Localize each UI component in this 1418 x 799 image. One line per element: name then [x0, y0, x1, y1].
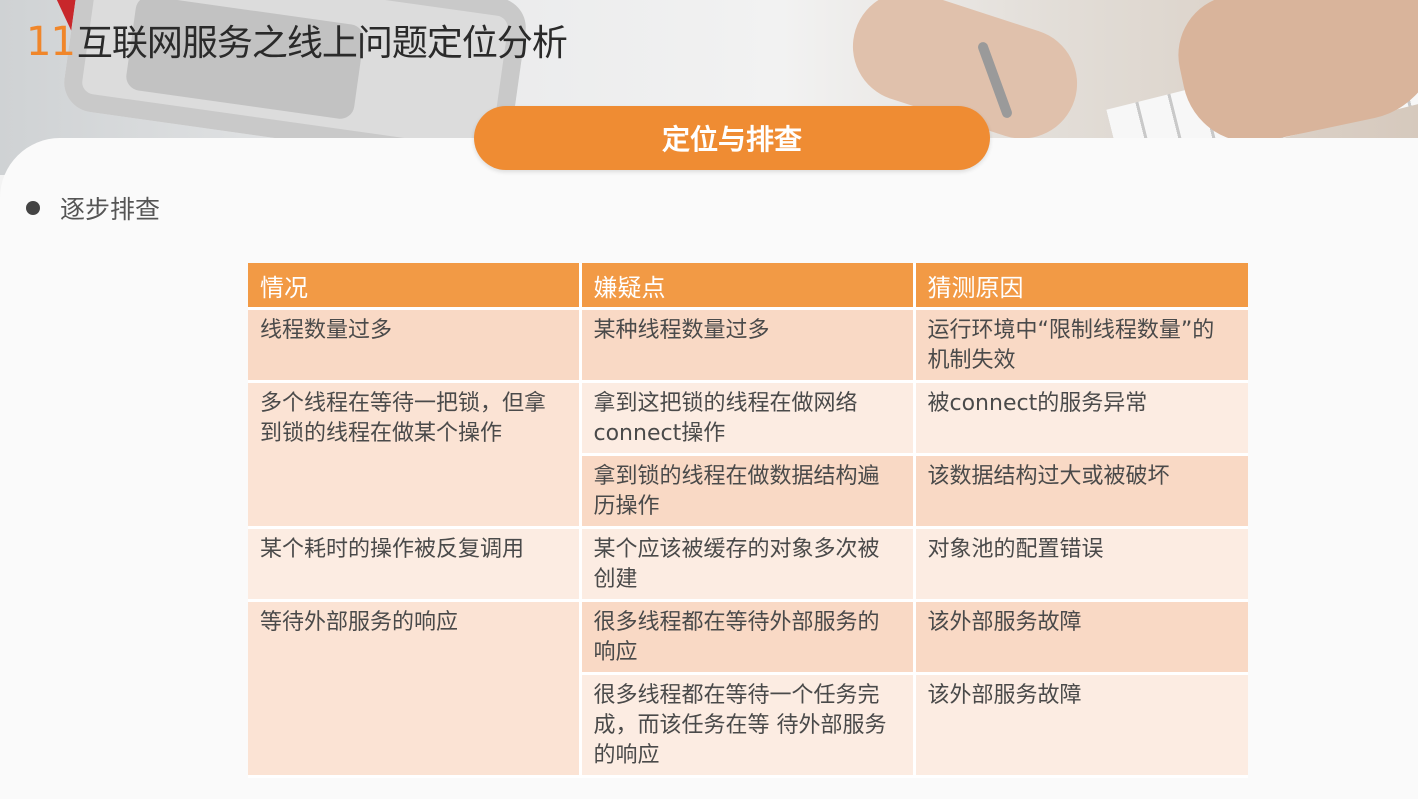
suspect-cell: 某个应该被缓存的对象多次被创建	[580, 527, 916, 602]
table-row: 线程数量过多 某种线程数量过多 运行环境中“限制线程数量”的机制失效	[248, 308, 1248, 383]
cause-cell: 运行环境中“限制线程数量”的机制失效	[914, 308, 1248, 383]
table-row: 多个线程在等待一把锁，但拿到锁的线程在做某个操作 拿到这把锁的线程在做网络con…	[248, 381, 1248, 529]
slide-title: 11互联网服务之线上问题定位分析	[26, 14, 568, 66]
suspect-cell: 很多线程都在等待一个任务完成，而该任务在等 待外部服务的响应	[580, 673, 916, 778]
table-header-row: 情况 嫌疑点 猜测原因	[248, 263, 1248, 310]
cause-cell: 被connect的服务异常	[914, 381, 1248, 456]
table-row: 某个耗时的操作被反复调用 某个应该被缓存的对象多次被创建 对象池的配置错误	[248, 527, 1248, 602]
suspect-cell: 拿到锁的线程在做数据结构遍历操作	[580, 454, 916, 529]
column-header-suspect: 嫌疑点	[580, 263, 916, 310]
situation-cell: 线程数量过多	[248, 308, 582, 383]
cause-cell: 该数据结构过大或被破坏	[914, 454, 1248, 529]
situation-cell: 多个线程在等待一把锁，但拿到锁的线程在做某个操作	[248, 381, 582, 529]
column-header-situation: 情况	[248, 263, 582, 310]
cause-cell: 对象池的配置错误	[914, 527, 1248, 602]
suspect-cell: 拿到这把锁的线程在做网络connect操作	[580, 381, 916, 456]
section-title-pill: 定位与排查	[474, 106, 990, 170]
bullet-dot-icon	[26, 201, 40, 215]
slide-number: 11	[26, 19, 76, 65]
suspect-cell: 某种线程数量过多	[580, 308, 916, 383]
column-header-cause: 猜测原因	[914, 263, 1248, 310]
bullet-text: 逐步排查	[60, 195, 161, 224]
suspect-cell: 很多线程都在等待外部服务的响应	[580, 600, 916, 675]
table-row: 等待外部服务的响应 很多线程都在等待外部服务的响应 该外部服务故障	[248, 600, 1248, 778]
diagnosis-table: 情况 嫌疑点 猜测原因 线程数量过多 某种线程数量过多 运行环境中“限制线程数量…	[248, 263, 1248, 778]
cause-cell: 该外部服务故障	[914, 673, 1248, 778]
slide-title-text: 互联网服务之线上问题定位分析	[76, 23, 568, 64]
situation-cell: 等待外部服务的响应	[248, 600, 582, 778]
cause-cell: 该外部服务故障	[914, 600, 1248, 675]
situation-cell: 某个耗时的操作被反复调用	[248, 527, 582, 602]
bullet-item: 逐步排查	[26, 190, 160, 226]
